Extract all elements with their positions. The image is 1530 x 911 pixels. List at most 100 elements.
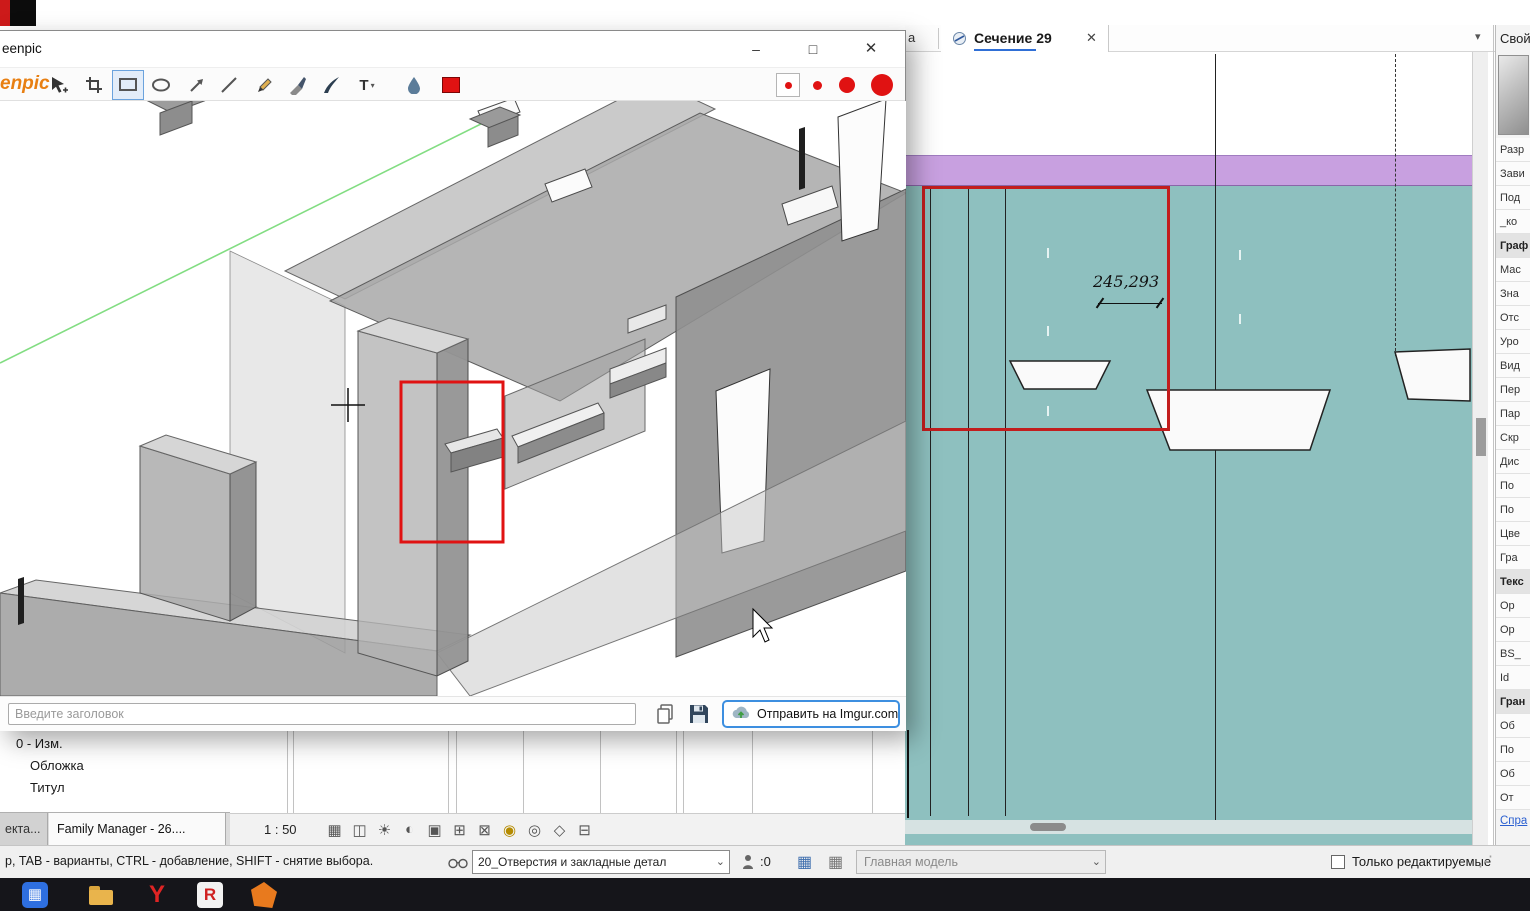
design-options-icon-2[interactable]: ▦ [828, 852, 843, 872]
property-row[interactable]: Зави [1496, 162, 1530, 186]
stroke-size-medium[interactable] [813, 81, 822, 90]
property-row[interactable]: Вид [1496, 354, 1530, 378]
view-control-icon[interactable]: ◐ [402, 821, 418, 839]
property-row[interactable]: По [1496, 738, 1530, 762]
view-control-icon[interactable]: ▣ [427, 821, 443, 839]
view-control-icon[interactable]: ◫ [352, 821, 368, 839]
section-openings [905, 52, 1472, 845]
browser-item[interactable]: Обложка [30, 758, 84, 773]
revit-annotation-rectangle[interactable] [922, 186, 1170, 431]
caption-input[interactable] [8, 703, 636, 725]
property-row[interactable]: По [1496, 498, 1530, 522]
view-control-icon[interactable]: ▦ [327, 821, 343, 839]
tab-project[interactable]: екта... [0, 813, 48, 846]
dimension-text[interactable]: 245,293 [1093, 272, 1159, 291]
horizontal-scrollbar[interactable] [905, 820, 1472, 834]
browser-item[interactable]: 0 - Изм. [16, 736, 63, 751]
move-tool-button[interactable] [44, 71, 74, 99]
property-row[interactable]: Ор [1496, 618, 1530, 642]
yandex-browser-icon[interactable]: Y [144, 882, 170, 908]
property-row[interactable]: Id [1496, 666, 1530, 690]
maximize-button[interactable]: □ [790, 31, 836, 67]
pen-tool-button[interactable] [316, 71, 346, 99]
editing-requests-icon[interactable] [742, 854, 754, 875]
view-control-icon[interactable]: ⊞ [452, 821, 468, 839]
vertical-scroll-handle[interactable] [1476, 418, 1486, 456]
rectangle-tool-button[interactable] [113, 71, 143, 99]
property-row[interactable]: Зна [1496, 282, 1530, 306]
orange-app-icon[interactable] [251, 882, 277, 908]
view-control-icon[interactable]: ⊟ [577, 821, 593, 839]
tab-close-icon[interactable]: ✕ [1086, 30, 1097, 46]
ellipse-tool-button[interactable] [146, 71, 176, 99]
chevron-down-icon: ⌄ [1092, 851, 1101, 873]
property-row[interactable]: Текс [1496, 570, 1530, 594]
design-options-icon[interactable]: ▦ [797, 852, 812, 872]
browser-item[interactable]: Титул [30, 780, 65, 795]
view-control-icon[interactable]: ☀ [377, 821, 393, 839]
scale-button[interactable]: 1 : 50 [264, 822, 297, 837]
property-row[interactable]: Цве [1496, 522, 1530, 546]
minimize-button[interactable]: – [733, 31, 779, 67]
view-control-icon[interactable]: ⊠ [477, 821, 493, 839]
save-button[interactable] [686, 701, 712, 727]
section-view[interactable]: 245,293 [905, 52, 1472, 845]
window-title-bar[interactable]: eenpic – □ ✕ [0, 31, 905, 67]
arrow-tool-button[interactable] [182, 71, 212, 99]
property-row[interactable]: Мас [1496, 258, 1530, 282]
crop-tool-button[interactable] [79, 71, 109, 99]
tab-bar-caret-icon[interactable]: ▾ [1475, 30, 1481, 43]
property-row[interactable]: Ор [1496, 594, 1530, 618]
property-row[interactable]: Об [1496, 762, 1530, 786]
property-row[interactable]: Пер [1496, 378, 1530, 402]
bottom-panel-tabs: екта... Family Manager - 26.... [0, 812, 230, 845]
property-row[interactable]: От [1496, 786, 1530, 810]
property-row[interactable]: Пар [1496, 402, 1530, 426]
active-workset-dropdown[interactable]: 20_Отверстия и закладные детал ⌄ [472, 850, 730, 874]
property-row[interactable]: Отс [1496, 306, 1530, 330]
property-row[interactable]: Под [1496, 186, 1530, 210]
tab-section-29[interactable]: Сечение 29 ✕ [941, 25, 1109, 52]
capture-canvas[interactable] [0, 101, 906, 696]
line-tool-button[interactable] [214, 71, 244, 99]
view-control-icon[interactable]: ◇ [552, 821, 568, 839]
file-explorer-icon[interactable] [88, 882, 114, 908]
copy-button[interactable] [652, 701, 678, 727]
chevron-down-icon: ▾ [371, 81, 375, 90]
view-control-icon[interactable]: ◉ [502, 821, 518, 839]
view-control-icon[interactable]: ◎ [527, 821, 543, 839]
property-row[interactable]: _ко [1496, 210, 1530, 234]
property-row[interactable]: Об [1496, 714, 1530, 738]
stroke-size-xlarge[interactable] [871, 74, 893, 96]
editable-only-checkbox[interactable] [1331, 855, 1345, 869]
property-row[interactable]: Граф [1496, 234, 1530, 258]
opening-3[interactable] [1395, 349, 1470, 401]
property-row[interactable]: По [1496, 474, 1530, 498]
pencil-tool-button[interactable] [250, 71, 280, 99]
property-row[interactable]: Уро [1496, 330, 1530, 354]
color-swatch-button[interactable] [436, 71, 466, 99]
stroke-size-large[interactable] [839, 77, 855, 93]
opening-2[interactable] [1147, 390, 1330, 450]
close-button[interactable]: ✕ [848, 31, 894, 67]
tab-family-manager[interactable]: Family Manager - 26.... [49, 813, 226, 846]
stroke-size-small[interactable] [776, 73, 800, 97]
r-app-icon[interactable]: R [197, 882, 223, 908]
text-tool-button[interactable]: T▾ [350, 71, 384, 99]
property-row[interactable]: Разр [1496, 138, 1530, 162]
property-row[interactable]: Гран [1496, 690, 1530, 714]
resize-grip[interactable]: ⋰ [1478, 852, 1493, 870]
property-row[interactable]: Гра [1496, 546, 1530, 570]
help-link[interactable]: Спра [1500, 815, 1527, 827]
design-option-dropdown[interactable]: Главная модель ⌄ [856, 850, 1106, 874]
property-row[interactable]: Скр [1496, 426, 1530, 450]
brush-tool-button[interactable] [283, 71, 313, 99]
partial-tab-label[interactable]: а [908, 30, 915, 45]
property-row[interactable]: Дис [1496, 450, 1530, 474]
calculator-icon[interactable]: ▦ [22, 882, 48, 908]
vertical-scrollbar[interactable] [1472, 52, 1488, 845]
horizontal-scroll-handle[interactable] [1030, 823, 1066, 831]
property-row[interactable]: BS_ [1496, 642, 1530, 666]
upload-imgur-button[interactable]: Отправить на Imgur.com [722, 700, 900, 728]
blur-tool-button[interactable] [399, 71, 429, 99]
